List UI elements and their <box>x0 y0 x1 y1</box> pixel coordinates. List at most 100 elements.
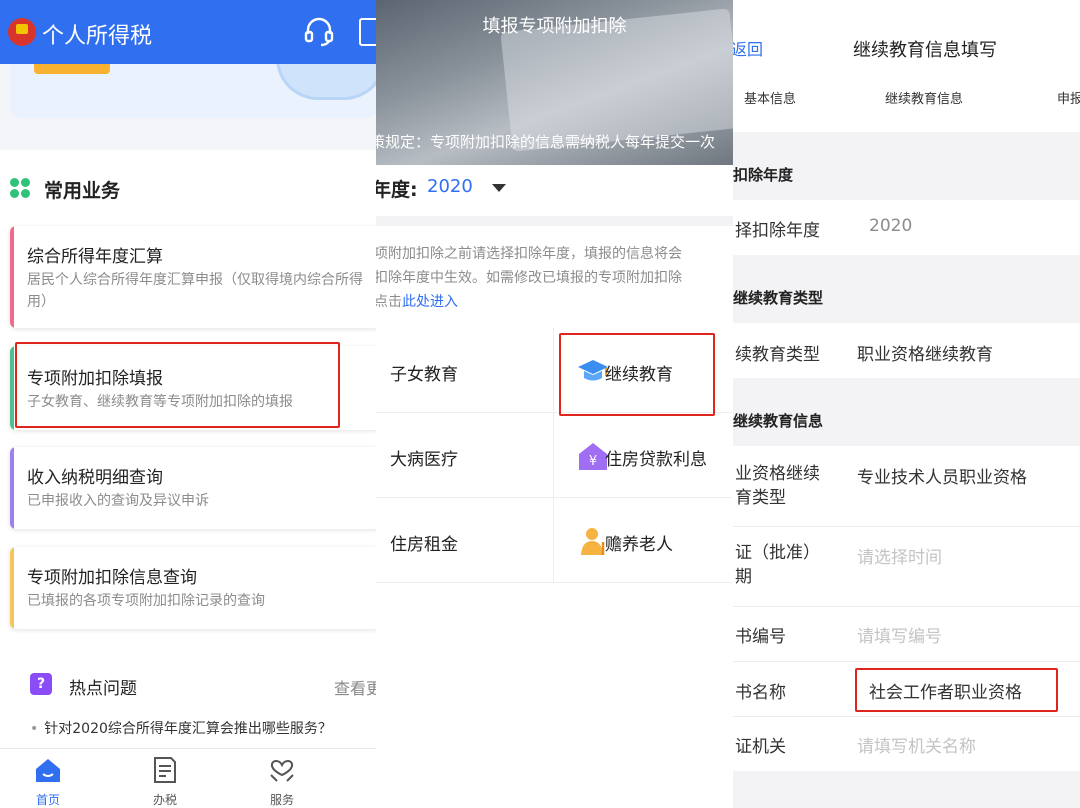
row-label: 书名称 <box>735 683 786 703</box>
row-education-type[interactable]: 续教育类型 职业资格继续教育 <box>733 323 1080 378</box>
deduction-year-select[interactable]: 2020 <box>869 216 912 236</box>
row-label-line: 育类型 <box>735 488 786 508</box>
svg-text:¥: ¥ <box>589 454 597 469</box>
row-label: 证机关 <box>735 737 786 757</box>
row-label-line: 期 <box>735 567 752 587</box>
item-label: 赡养老人 <box>605 535 673 555</box>
item-elderly-support[interactable]: 赡养老人 <box>554 498 732 583</box>
instructions-text: 项附加扣除之前请选择扣除年度，填报的信息将会 扣除年度中生效。如需修改已填报的专… <box>376 242 733 314</box>
card-title: 专项附加扣除填报 <box>27 369 163 389</box>
card-title: 收入纳税明细查询 <box>27 468 163 488</box>
hot-questions-title: 热点问题 <box>69 679 137 699</box>
item-continuing-education[interactable]: 继续教育 <box>554 328 732 413</box>
row-qualification-type[interactable]: 业资格继续 育类型 专业技术人员职业资格 <box>733 446 1080 526</box>
item-label: 继续教育 <box>605 365 673 385</box>
banner-illustration <box>276 64 376 100</box>
app-title: 个人所得税 <box>42 24 153 49</box>
issuing-authority-input[interactable]: 请填写机关名称 <box>857 732 976 757</box>
customer-service-icon[interactable] <box>303 17 335 47</box>
card-subtitle: 已填报的各项专项附加扣除记录的查询 <box>27 593 265 609</box>
question-icon: ? <box>30 673 52 695</box>
section-education-info: 继续教育信息 <box>733 412 824 430</box>
item-label: 住房贷款利息 <box>605 450 707 470</box>
row-certificate-name[interactable]: 书名称 社会工作者职业资格 <box>733 662 1080 716</box>
card-accent <box>10 547 14 629</box>
instructions-line: 扣除年度中生效。如需修改已填报的专项附加扣除 <box>376 270 682 286</box>
tab-service[interactable]: 服务 <box>252 755 312 808</box>
app-header: 个人所得税 <box>0 0 376 64</box>
scan-icon[interactable] <box>359 18 376 46</box>
tax-form-icon <box>154 757 176 783</box>
card-accent <box>10 447 14 529</box>
step-indicator: 基本信息 继续教育信息 申报 <box>733 74 1080 132</box>
row-label: 证（批准） 期 <box>735 541 820 589</box>
hero-banner: 填报专项附加扣除 策规定：专项附加扣除的信息需纳税人每年提交一次 <box>376 0 733 165</box>
back-button[interactable]: 返回 <box>733 36 763 60</box>
heart-hands-icon <box>270 760 294 782</box>
card-income-tax-query[interactable]: 收入纳税明细查询 已申报收入的查询及异议申诉 <box>10 447 376 529</box>
certificate-name-input[interactable]: 社会工作者职业资格 <box>869 678 1022 703</box>
card-deduction-info-query[interactable]: 专项附加扣除信息查询 已填报的各项专项附加扣除记录的查询 <box>10 547 376 629</box>
year-select[interactable]: 2020 <box>427 176 473 197</box>
item-serious-illness[interactable]: 大病医疗 <box>376 413 554 498</box>
certificate-number-input[interactable]: 请填写编号 <box>857 622 942 647</box>
card-subtitle: 子女教育、继续教育等专项附加扣除的填报 <box>27 394 293 410</box>
card-subtitle: 已申报收入的查询及异议申诉 <box>27 493 209 509</box>
card-accent <box>10 346 14 430</box>
home-icon <box>36 759 60 782</box>
row-issue-date[interactable]: 证（批准） 期 请选择时间 <box>733 527 1080 606</box>
year-label: 年度: <box>376 179 418 201</box>
tab-label: 服务 <box>269 793 294 807</box>
card-title: 专项附加扣除信息查询 <box>27 568 197 588</box>
page-title: 继续教育信息填写 <box>853 40 997 61</box>
section-education-type: 继续教育类型 <box>733 289 824 307</box>
view-more-link[interactable]: 查看更 <box>334 675 376 699</box>
row-certificate-number[interactable]: 书编号 请填写编号 <box>733 607 1080 661</box>
nav-bar: 返回 继续教育信息填写 <box>733 0 1080 74</box>
item-child-education[interactable]: 子女教育 <box>376 328 554 413</box>
hot-question-item[interactable]: 针对2020综合所得年度汇算会推出哪些服务？ <box>30 718 332 738</box>
bottom-tab-bar: 首页 办税 服务 <box>0 748 376 808</box>
tab-tax[interactable]: 办税 <box>135 755 195 808</box>
row-label-line: 业资格继续 <box>735 464 820 484</box>
step-education-info: 继续教育信息 <box>885 92 964 107</box>
item-label: 大病医疗 <box>390 450 458 470</box>
tax-emblem-icon <box>8 18 36 46</box>
chevron-down-icon[interactable] <box>492 184 506 192</box>
issue-date-picker[interactable]: 请选择时间 <box>857 543 942 568</box>
step-declare: 申报 <box>1057 92 1080 107</box>
policy-note: 策规定：专项附加扣除的信息需纳税人每年提交一次 <box>376 133 716 151</box>
card-subtitle: 居民个人综合所得年度汇算申报（仅取得境内综合所得用） <box>27 272 363 310</box>
section-title: 常用业务 <box>44 180 121 202</box>
tab-label: 首页 <box>35 793 60 807</box>
section-deduction-year: 扣除年度 <box>733 166 794 184</box>
card-accent <box>10 226 14 328</box>
tab-home[interactable]: 首页 <box>18 755 78 808</box>
education-type-select[interactable]: 职业资格继续教育 <box>857 340 993 365</box>
item-housing-loan[interactable]: ¥ 住房贷款利息 <box>554 413 732 498</box>
banner-button[interactable] <box>34 64 110 74</box>
item-label: 子女教育 <box>390 365 458 385</box>
item-label: 住房租金 <box>390 535 458 555</box>
row-label: 业资格继续 育类型 <box>735 462 820 510</box>
card-title: 综合所得年度汇算 <box>27 247 163 267</box>
row-deduction-year[interactable]: 择扣除年度 2020 <box>733 200 1080 255</box>
card-annual-settlement[interactable]: 综合所得年度汇算 居民个人综合所得年度汇算申报（仅取得境内综合所得用） <box>10 226 376 328</box>
tab-label: 办税 <box>152 793 177 807</box>
qualification-type-select[interactable]: 专业技术人员职业资格 <box>857 463 1027 488</box>
row-label: 书编号 <box>735 627 786 647</box>
row-label-line: 证（批准） <box>735 543 820 563</box>
instructions-line: 点击此处进入 <box>376 290 733 314</box>
special-deduction-screen: 填报专项附加扣除 策规定：专项附加扣除的信息需纳税人每年提交一次 年度: 202… <box>376 0 733 808</box>
instructions-prefix: 点击 <box>376 294 402 310</box>
promo-banner[interactable] <box>10 64 376 118</box>
page-title: 填报专项附加扣除 <box>482 16 627 37</box>
card-special-deduction-filing[interactable]: 专项附加扣除填报 子女教育、继续教育等专项附加扣除的填报 <box>10 346 376 430</box>
step-basic-info: 基本信息 <box>744 92 797 107</box>
divider <box>376 216 733 226</box>
row-label: 续教育类型 <box>735 345 820 365</box>
instructions-line: 项附加扣除之前请选择扣除年度，填报的信息将会 <box>376 246 682 262</box>
row-issuing-authority[interactable]: 证机关 请填写机关名称 <box>733 717 1080 771</box>
enter-here-link[interactable]: 此处进入 <box>402 294 458 310</box>
item-housing-rent[interactable]: 住房租金 <box>376 498 554 583</box>
